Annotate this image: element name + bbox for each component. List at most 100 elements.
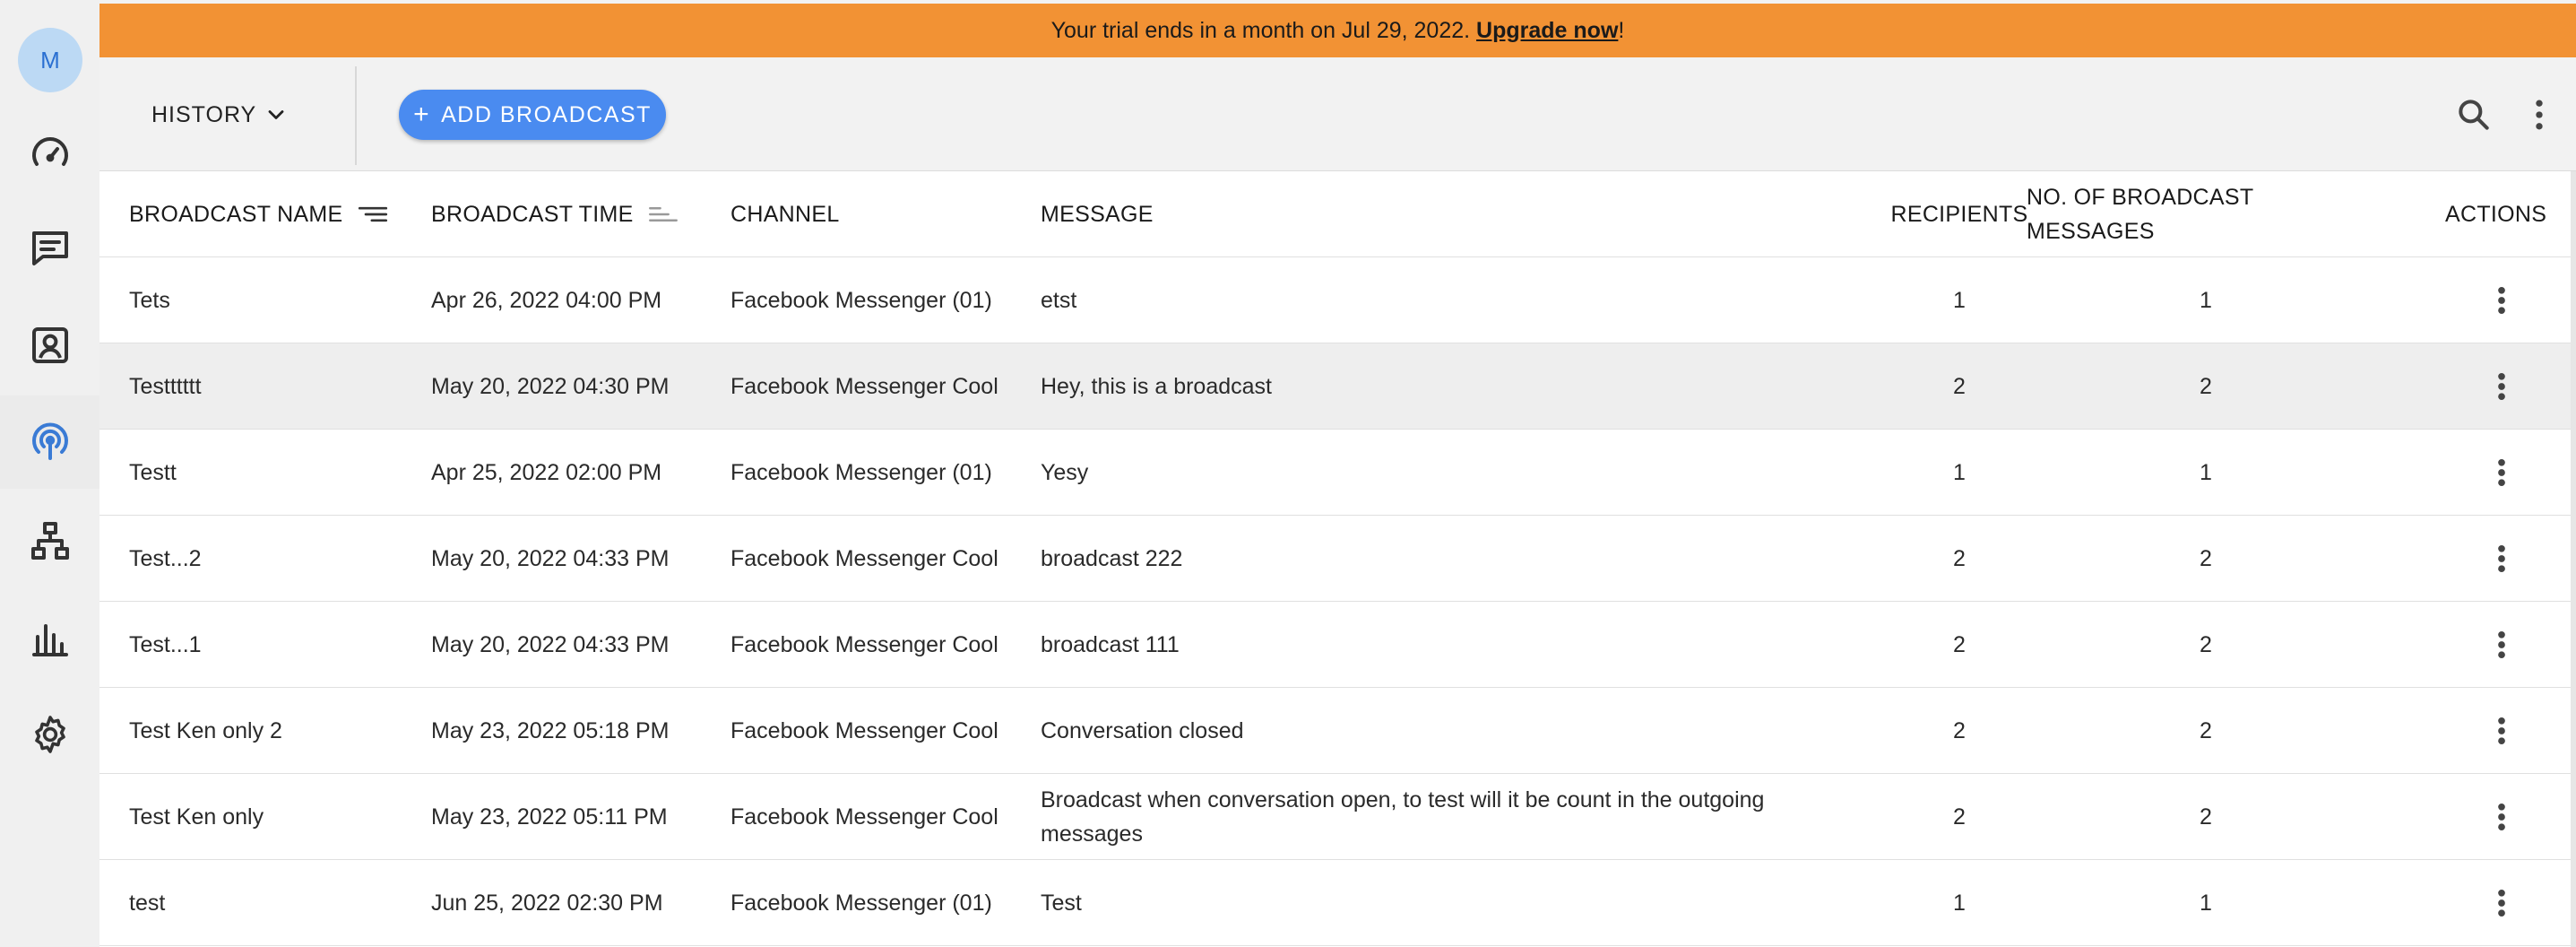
- row-channel: Facebook Messenger Cool: [730, 545, 998, 571]
- row-name: Testttttt: [129, 373, 202, 399]
- row-actions-button[interactable]: [2475, 774, 2528, 859]
- trial-suffix: !: [1618, 17, 1625, 43]
- sidebar-item-reports[interactable]: [0, 592, 99, 685]
- row-channel: Facebook Messenger (01): [730, 890, 992, 916]
- table-row[interactable]: test Jun 25, 2022 02:30 PM Facebook Mess…: [99, 860, 2571, 946]
- chevron-down-icon: [268, 110, 284, 119]
- row-actions-button[interactable]: [2475, 343, 2528, 429]
- row-name: Test Ken only: [129, 804, 264, 830]
- more-vertical-icon: [2498, 889, 2505, 917]
- row-time: May 23, 2022 05:18 PM: [431, 717, 670, 743]
- table-row[interactable]: Test Ken only May 23, 2022 05:11 PM Face…: [99, 774, 2571, 860]
- history-dropdown[interactable]: HISTORY: [151, 97, 289, 133]
- sort-icon[interactable]: [648, 203, 679, 226]
- row-actions-button[interactable]: [2475, 257, 2528, 343]
- speedometer-icon: [31, 137, 68, 166]
- row-name: Test Ken only 2: [129, 717, 282, 743]
- header-label: ACTIONS: [2445, 201, 2547, 227]
- search-icon[interactable]: [2454, 95, 2494, 135]
- table-row[interactable]: Test...1 May 20, 2022 04:33 PM Facebook …: [99, 602, 2571, 688]
- row-message-count: 2: [2200, 631, 2212, 657]
- row-message: Conversation closed: [1041, 717, 1244, 743]
- header-message-count: NO. OF BROADCAST MESSAGES: [2027, 171, 2385, 256]
- row-time: May 20, 2022 04:30 PM: [431, 373, 670, 399]
- more-vertical-icon: [2498, 286, 2505, 314]
- workflow-icon: [30, 522, 69, 560]
- header-actions: ACTIONS: [2445, 171, 2546, 256]
- avatar[interactable]: M: [18, 28, 82, 92]
- row-message-count: 2: [2200, 373, 2212, 399]
- header-label: BROADCAST TIME: [431, 201, 634, 227]
- row-actions-button[interactable]: [2475, 516, 2528, 601]
- scrollbar[interactable]: [2571, 171, 2576, 947]
- table-row[interactable]: Testttttt May 20, 2022 04:30 PM Facebook…: [99, 343, 2571, 430]
- row-actions-button[interactable]: [2475, 430, 2528, 515]
- row-time: May 20, 2022 04:33 PM: [431, 631, 670, 657]
- row-channel: Facebook Messenger Cool: [730, 631, 998, 657]
- row-message: etst: [1041, 287, 1077, 313]
- sidebar-item-inbox[interactable]: [0, 201, 99, 294]
- sidebar-item-workflows[interactable]: [0, 494, 99, 587]
- row-message-count: 1: [2200, 287, 2212, 313]
- row-time: Jun 25, 2022 02:30 PM: [431, 890, 663, 916]
- row-actions-button[interactable]: [2475, 860, 2528, 945]
- row-name: Test...1: [129, 631, 202, 657]
- header-broadcast-name[interactable]: BROADCAST NAME: [129, 171, 388, 256]
- header-label: BROADCAST NAME: [129, 201, 343, 227]
- header-label: NO. OF BROADCAST MESSAGES: [2027, 184, 2253, 244]
- sidebar-item-dashboard[interactable]: [0, 108, 99, 201]
- row-name: Tets: [129, 287, 170, 313]
- sidebar-item-broadcast[interactable]: [0, 395, 99, 489]
- row-message: broadcast 222: [1041, 545, 1183, 571]
- row-message: Broadcast when conversation open, to tes…: [1041, 786, 1765, 847]
- row-channel: Facebook Messenger Cool: [730, 717, 998, 743]
- row-message: Test: [1041, 890, 1082, 916]
- upgrade-link[interactable]: Upgrade now: [1476, 18, 1618, 44]
- table-row[interactable]: Tets Apr 26, 2022 04:00 PM Facebook Mess…: [99, 257, 2571, 343]
- table-header: BROADCAST NAME BROADCAST TIME CHANNEL ME…: [99, 171, 2571, 257]
- header-label: RECIPIENTS: [1890, 201, 2028, 227]
- row-message: broadcast 111: [1041, 631, 1180, 657]
- header-channel: CHANNEL: [730, 171, 840, 256]
- row-message: Hey, this is a broadcast: [1041, 373, 1272, 399]
- trial-banner: Your trial ends in a month on Jul 29, 20…: [99, 4, 2576, 57]
- header-broadcast-time[interactable]: BROADCAST TIME: [431, 171, 679, 256]
- table-row[interactable]: Testt Apr 25, 2022 02:00 PM Facebook Mes…: [99, 430, 2571, 516]
- more-vertical-icon: [2498, 372, 2505, 400]
- more-vertical-icon: [2498, 803, 2505, 830]
- row-channel: Facebook Messenger (01): [730, 459, 992, 485]
- more-vertical-icon: [2498, 458, 2505, 486]
- row-actions-button[interactable]: [2475, 688, 2528, 773]
- add-broadcast-label: ADD BROADCAST: [441, 101, 652, 127]
- broadcast-icon: [31, 422, 68, 460]
- toolbar: HISTORY + ADD BROADCAST: [99, 57, 2576, 171]
- header-label: MESSAGE: [1041, 201, 1154, 227]
- table-row[interactable]: Test...2 May 20, 2022 04:33 PM Facebook …: [99, 516, 2571, 602]
- plus-icon: +: [413, 100, 431, 129]
- row-message-count: 2: [2200, 717, 2212, 743]
- filter-icon[interactable]: [358, 203, 388, 226]
- row-actions-button[interactable]: [2475, 602, 2528, 687]
- broadcast-table: BROADCAST NAME BROADCAST TIME CHANNEL ME…: [99, 171, 2571, 947]
- header-label: CHANNEL: [730, 201, 840, 227]
- row-message-count: 1: [2200, 459, 2212, 485]
- history-label: HISTORY: [151, 101, 257, 127]
- row-channel: Facebook Messenger Cool: [730, 804, 998, 830]
- sidebar: M: [0, 0, 99, 947]
- sidebar-item-settings[interactable]: [0, 688, 99, 781]
- more-vertical-icon[interactable]: [2520, 95, 2559, 135]
- row-name: test: [129, 890, 166, 916]
- row-name: Test...2: [129, 545, 202, 571]
- sidebar-item-contacts[interactable]: [0, 299, 99, 392]
- add-broadcast-button[interactable]: + ADD BROADCAST: [399, 90, 666, 140]
- row-channel: Facebook Messenger Cool: [730, 373, 998, 399]
- trial-text: Your trial ends in a month on Jul 29, 20…: [1050, 17, 1471, 43]
- contact-icon: [31, 327, 68, 363]
- header-message: MESSAGE: [1041, 171, 1154, 256]
- chat-icon: [31, 231, 68, 265]
- table-row[interactable]: Test Ken only 2 May 23, 2022 05:18 PM Fa…: [99, 688, 2571, 774]
- more-vertical-icon: [2498, 544, 2505, 572]
- row-time: Apr 26, 2022 04:00 PM: [431, 287, 662, 313]
- more-vertical-icon: [2498, 630, 2505, 658]
- more-vertical-icon: [2498, 717, 2505, 744]
